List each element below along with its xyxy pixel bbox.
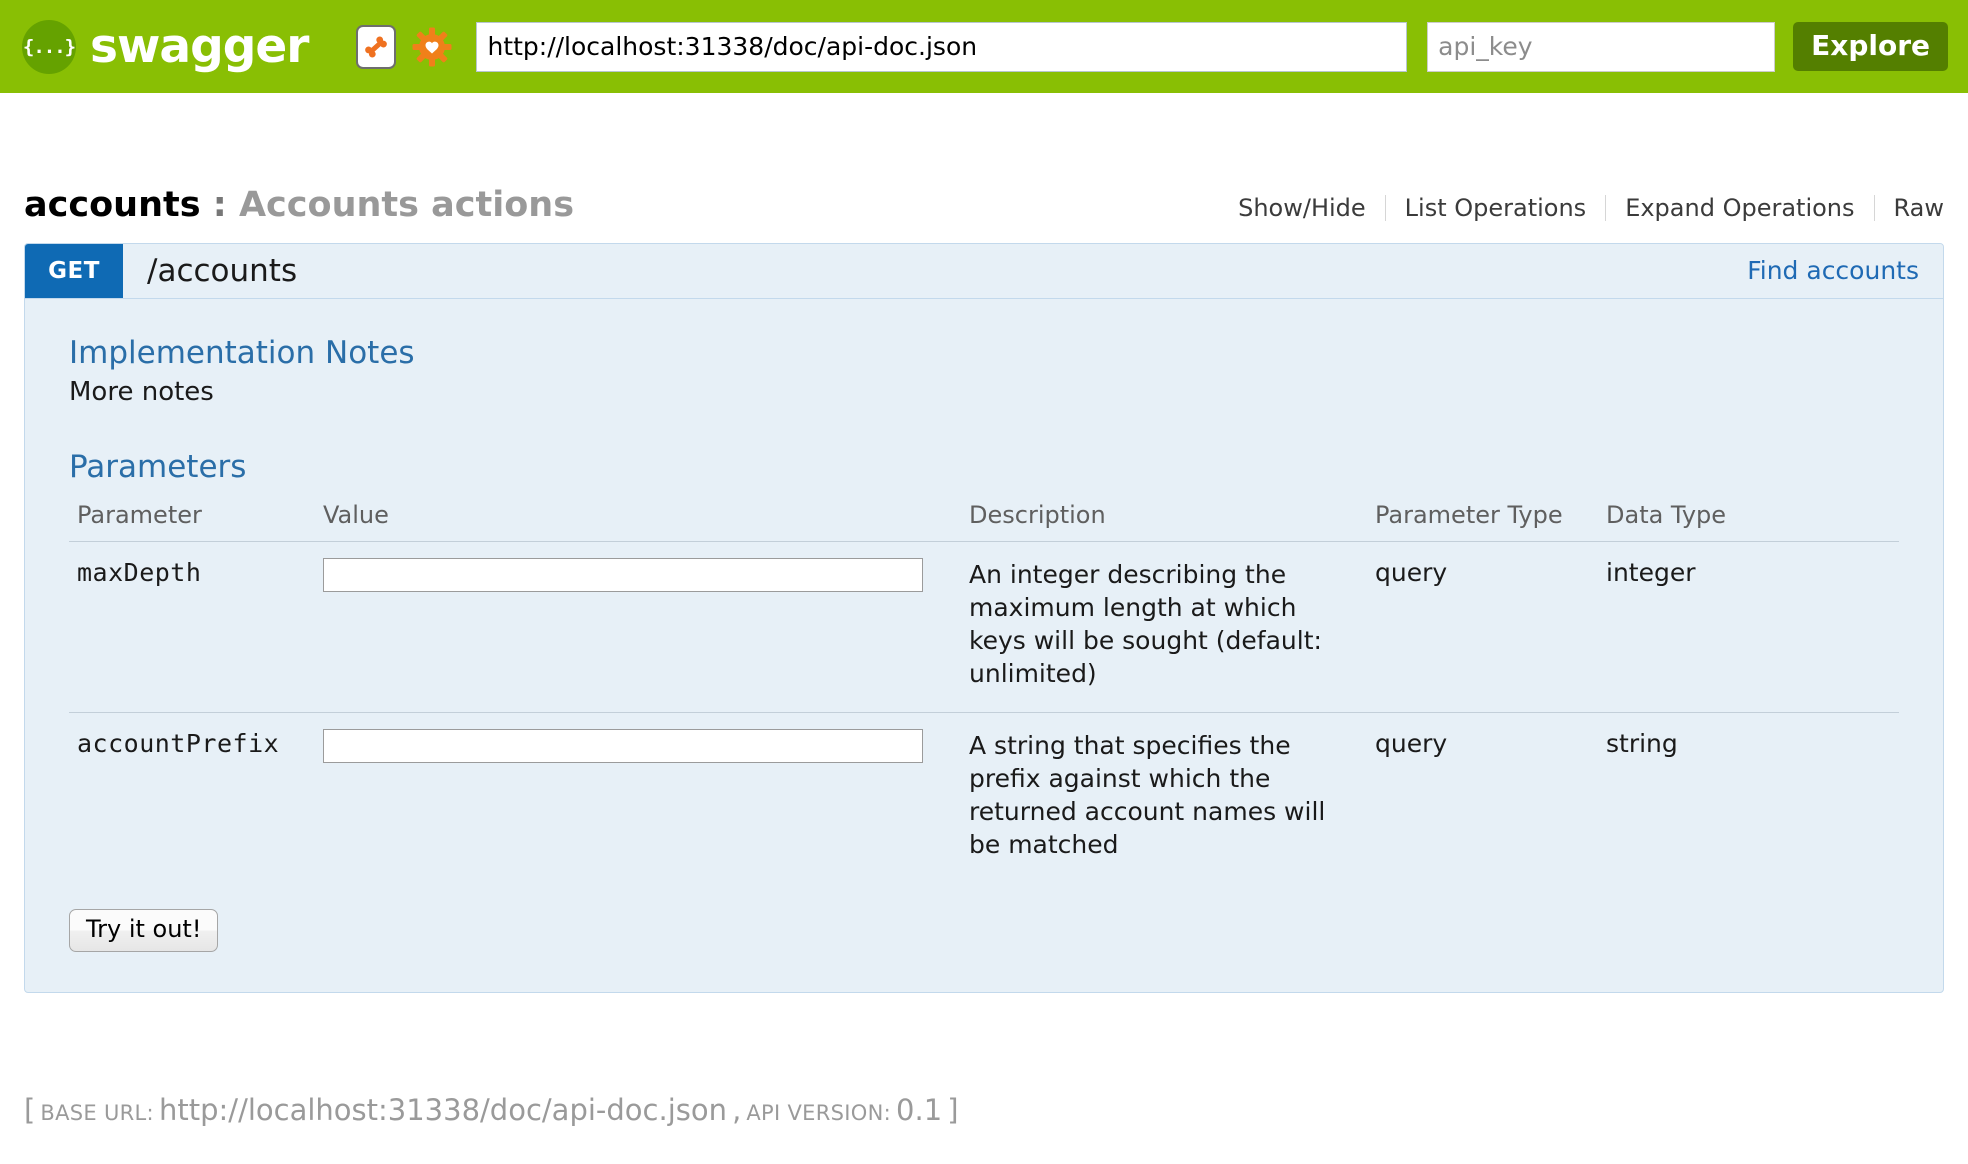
swagger-logo-text: swagger — [90, 19, 309, 74]
explore-button[interactable]: Explore — [1793, 22, 1948, 71]
main-content: accounts : Accounts actions Show/Hide Li… — [0, 186, 1968, 994]
footer-base-url-label: Base URL: — [40, 1101, 154, 1126]
swagger-braces-icon: {...} — [22, 19, 76, 74]
header-description: Description — [961, 494, 1367, 542]
expand-operations-link[interactable]: Expand Operations — [1606, 194, 1873, 222]
swagger-header-bar: {...} swagger http://localhost:31338/doc… — [0, 0, 1968, 93]
resource-options: Show/Hide List Operations Expand Operati… — [1219, 194, 1944, 222]
bone-icon — [365, 36, 388, 57]
resource-title: accounts : Accounts actions — [24, 186, 574, 225]
resource-separator: : — [200, 185, 239, 225]
param-value-cell-maxdepth — [315, 541, 961, 713]
param-input-accountprefix[interactable] — [323, 728, 923, 763]
operation-summary-link[interactable]: Find accounts — [1747, 244, 1943, 298]
parameters-title: Parameters — [69, 448, 247, 485]
param-input-maxdepth[interactable] — [323, 557, 923, 592]
http-method-badge[interactable]: GET — [25, 243, 123, 298]
header-parameter-type: Parameter Type — [1367, 494, 1598, 542]
operation-body: Implementation Notes More notes Paramete… — [25, 299, 1943, 993]
operation-path[interactable]: /accounts — [123, 244, 1747, 298]
bone-icon-button[interactable] — [356, 24, 397, 69]
implementation-notes-title: Implementation Notes — [69, 334, 415, 371]
resource-description: Accounts actions — [238, 185, 575, 225]
param-description-maxdepth: An integer describing the maximum length… — [961, 541, 1367, 713]
footer: [ Base URL: http://localhost:31338/doc/a… — [0, 1093, 1968, 1127]
param-name-maxdepth: maxDepth — [69, 541, 315, 713]
footer-open-bracket: [ — [24, 1093, 36, 1128]
gear-icon — [412, 27, 452, 66]
footer-api-version-value: 0.1 — [896, 1093, 943, 1128]
param-value-cell-accountprefix — [315, 712, 961, 883]
footer-close-bracket: ] — [947, 1093, 959, 1128]
resource-name[interactable]: accounts — [24, 185, 201, 225]
swagger-logo[interactable]: {...} swagger — [22, 19, 309, 74]
settings-gear-button[interactable] — [410, 25, 454, 69]
table-row: accountPrefix A string that specifies th… — [69, 712, 1899, 883]
table-header-row: Parameter Value Description Parameter Ty… — [69, 494, 1899, 542]
param-name-accountprefix: accountPrefix — [77, 728, 280, 758]
footer-comma: , — [732, 1093, 742, 1128]
operation-accounts-get: GET /accounts Find accounts Implementati… — [24, 242, 1944, 994]
header-data-type: Data Type — [1598, 494, 1899, 542]
raw-link[interactable]: Raw — [1875, 194, 1944, 222]
api-key-input[interactable] — [1427, 21, 1776, 72]
api-doc-url-input[interactable] — [476, 21, 1408, 72]
data-type-accountprefix: string — [1606, 728, 1678, 758]
try-it-out-button[interactable]: Try it out! — [69, 908, 219, 953]
resource-header: accounts : Accounts actions Show/Hide Li… — [24, 186, 1944, 231]
operation-heading[interactable]: GET /accounts Find accounts — [25, 243, 1943, 299]
implementation-notes-text: More notes — [69, 376, 214, 407]
data-type-maxdepth: integer — [1598, 541, 1899, 713]
header-icon-buttons — [356, 24, 454, 69]
list-operations-link[interactable]: List Operations — [1386, 194, 1606, 222]
try-it-out-row: Try it out! — [69, 883, 1899, 953]
table-row: maxDepth An integer describing the maxim… — [69, 541, 1899, 713]
header-value: Value — [315, 494, 961, 542]
param-type-maxdepth: query — [1367, 541, 1598, 713]
footer-api-version-label: api version: — [746, 1101, 891, 1126]
footer-base-url-value[interactable]: http://localhost:31338/doc/api-doc.json — [159, 1093, 727, 1127]
show-hide-link[interactable]: Show/Hide — [1219, 194, 1385, 222]
header-parameter: Parameter — [69, 494, 315, 542]
param-type-accountprefix: query — [1375, 728, 1448, 758]
parameters-table: Parameter Value Description Parameter Ty… — [69, 494, 1899, 883]
param-description-accountprefix: A string that specifies the prefix again… — [969, 730, 1326, 859]
